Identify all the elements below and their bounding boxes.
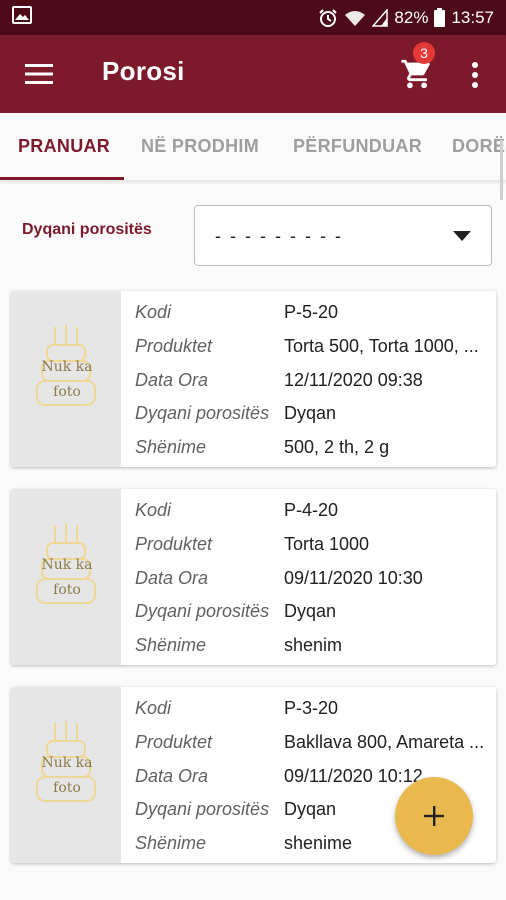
clock: 13:57 [451, 7, 494, 27]
field-value: 09/11/2020 10:12 [284, 766, 423, 786]
order-field-products: Produktet Bakllava 800, Amareta ... [135, 727, 490, 761]
field-label: Shënime [135, 635, 207, 655]
status-indicators: 82% 13:57 [318, 8, 494, 28]
tab-perfunduar[interactable]: PËRFUNDUAR [293, 113, 422, 180]
dropdown-arrow-icon [453, 231, 471, 241]
cart-count-badge: 3 [413, 42, 435, 64]
field-value: Torta 500, Torta 1000, ... [284, 336, 479, 356]
battery-percent: 82% [394, 7, 429, 27]
field-label: Shënime [135, 437, 207, 457]
field-value: P-5-20 [284, 302, 339, 322]
no-photo-text-line1: Nuk ka [41, 557, 93, 573]
order-field-code: Kodi P-5-20 [135, 297, 490, 331]
order-card[interactable]: Nuk ka foto Kodi P-4-20 Produktet Torta 10… [11, 489, 496, 665]
field-label: Kodi [135, 500, 172, 520]
alarm-icon [318, 8, 338, 28]
no-photo-text-line1: Nuk ka [41, 755, 93, 771]
shop-filter-value: - - - - - - - - - [215, 226, 343, 246]
order-photo-placeholder: Nuk ka foto [11, 489, 121, 665]
order-field-shop: Dyqani porositës Dyqan [135, 596, 490, 630]
order-field-datetime: Data Ora 12/11/2020 09:38 [135, 365, 490, 399]
menu-button[interactable] [24, 61, 54, 87]
field-label: Kodi [135, 698, 172, 718]
shop-filter-label: Dyqani porositës [22, 221, 152, 238]
order-field-code: Kodi P-4-20 [135, 495, 490, 529]
field-value: P-4-20 [284, 500, 339, 520]
image-icon [12, 6, 32, 29]
order-field-notes: Shënime 500, 2 th, 2 g [135, 432, 490, 466]
menu-icon [25, 64, 53, 84]
status-bar: 82% 13:57 [0, 0, 506, 35]
field-label: Data Ora [135, 568, 209, 588]
field-label: Kodi [135, 302, 172, 322]
no-photo-text-line1: Nuk ka [41, 359, 93, 375]
field-label: Dyqani porositës [135, 403, 270, 423]
field-label: Data Ora [135, 370, 209, 390]
field-label: Data Ora [135, 766, 209, 786]
no-photo-text-line2: foto [53, 582, 81, 598]
field-label: Dyqani porositës [135, 601, 270, 621]
field-value: Torta 1000 [284, 534, 370, 554]
signal-icon [372, 8, 389, 27]
field-value: 500, 2 th, 2 g [284, 437, 390, 457]
order-field-datetime: Data Ora 09/11/2020 10:30 [135, 563, 490, 597]
more-vert-icon [472, 62, 478, 88]
order-field-notes: Shënime shenim [135, 630, 490, 664]
field-value: shenim [284, 635, 343, 655]
no-photo-text-line2: foto [53, 384, 81, 400]
field-label: Produktet [135, 732, 213, 752]
add-icon [424, 806, 444, 826]
shop-filter-dropdown[interactable]: - - - - - - - - - [194, 205, 492, 266]
order-field-shop: Dyqani porositës Dyqan [135, 398, 490, 432]
order-field-products: Produktet Torta 500, Torta 1000, ... [135, 331, 490, 365]
more-options-button[interactable] [464, 59, 486, 91]
page-title: Porosi [102, 56, 185, 86]
field-value: 09/11/2020 10:30 [284, 568, 423, 588]
status-tabs: PRANUAR NË PRODHIM PËRFUNDUAR DORË [0, 113, 506, 181]
order-card[interactable]: Nuk ka foto Kodi P-5-20 Produktet Torta 50… [11, 291, 496, 467]
field-label: Dyqani porositës [135, 799, 270, 819]
order-photo-placeholder: Nuk ka foto [11, 291, 121, 467]
field-value: Dyqan [284, 601, 337, 621]
field-label: Shënime [135, 833, 207, 853]
order-photo-placeholder: Nuk ka foto [11, 687, 121, 863]
field-label: Produktet [135, 336, 213, 356]
field-label: Produktet [135, 534, 213, 554]
wifi-icon [344, 9, 366, 27]
order-field-products: Produktet Torta 1000 [135, 529, 490, 563]
tab-ne-prodhim[interactable]: NË PRODHIM [141, 113, 259, 180]
active-tab-indicator [0, 177, 124, 180]
field-value: 12/11/2020 09:38 [284, 370, 423, 390]
no-photo-text-line2: foto [53, 780, 81, 796]
field-value: Dyqan [284, 403, 337, 423]
field-value: Bakllava 800, Amareta ... [284, 732, 485, 752]
tab-pranuar[interactable]: PRANUAR [18, 113, 110, 180]
app-bar: Porosi 3 [0, 35, 506, 113]
scrollbar[interactable] [500, 140, 503, 200]
battery-icon [434, 8, 446, 27]
tab-dorezuar[interactable]: DORË [452, 113, 505, 180]
field-value: P-3-20 [284, 698, 339, 718]
add-order-button[interactable] [395, 777, 473, 855]
order-field-code: Kodi P-3-20 [135, 693, 490, 727]
